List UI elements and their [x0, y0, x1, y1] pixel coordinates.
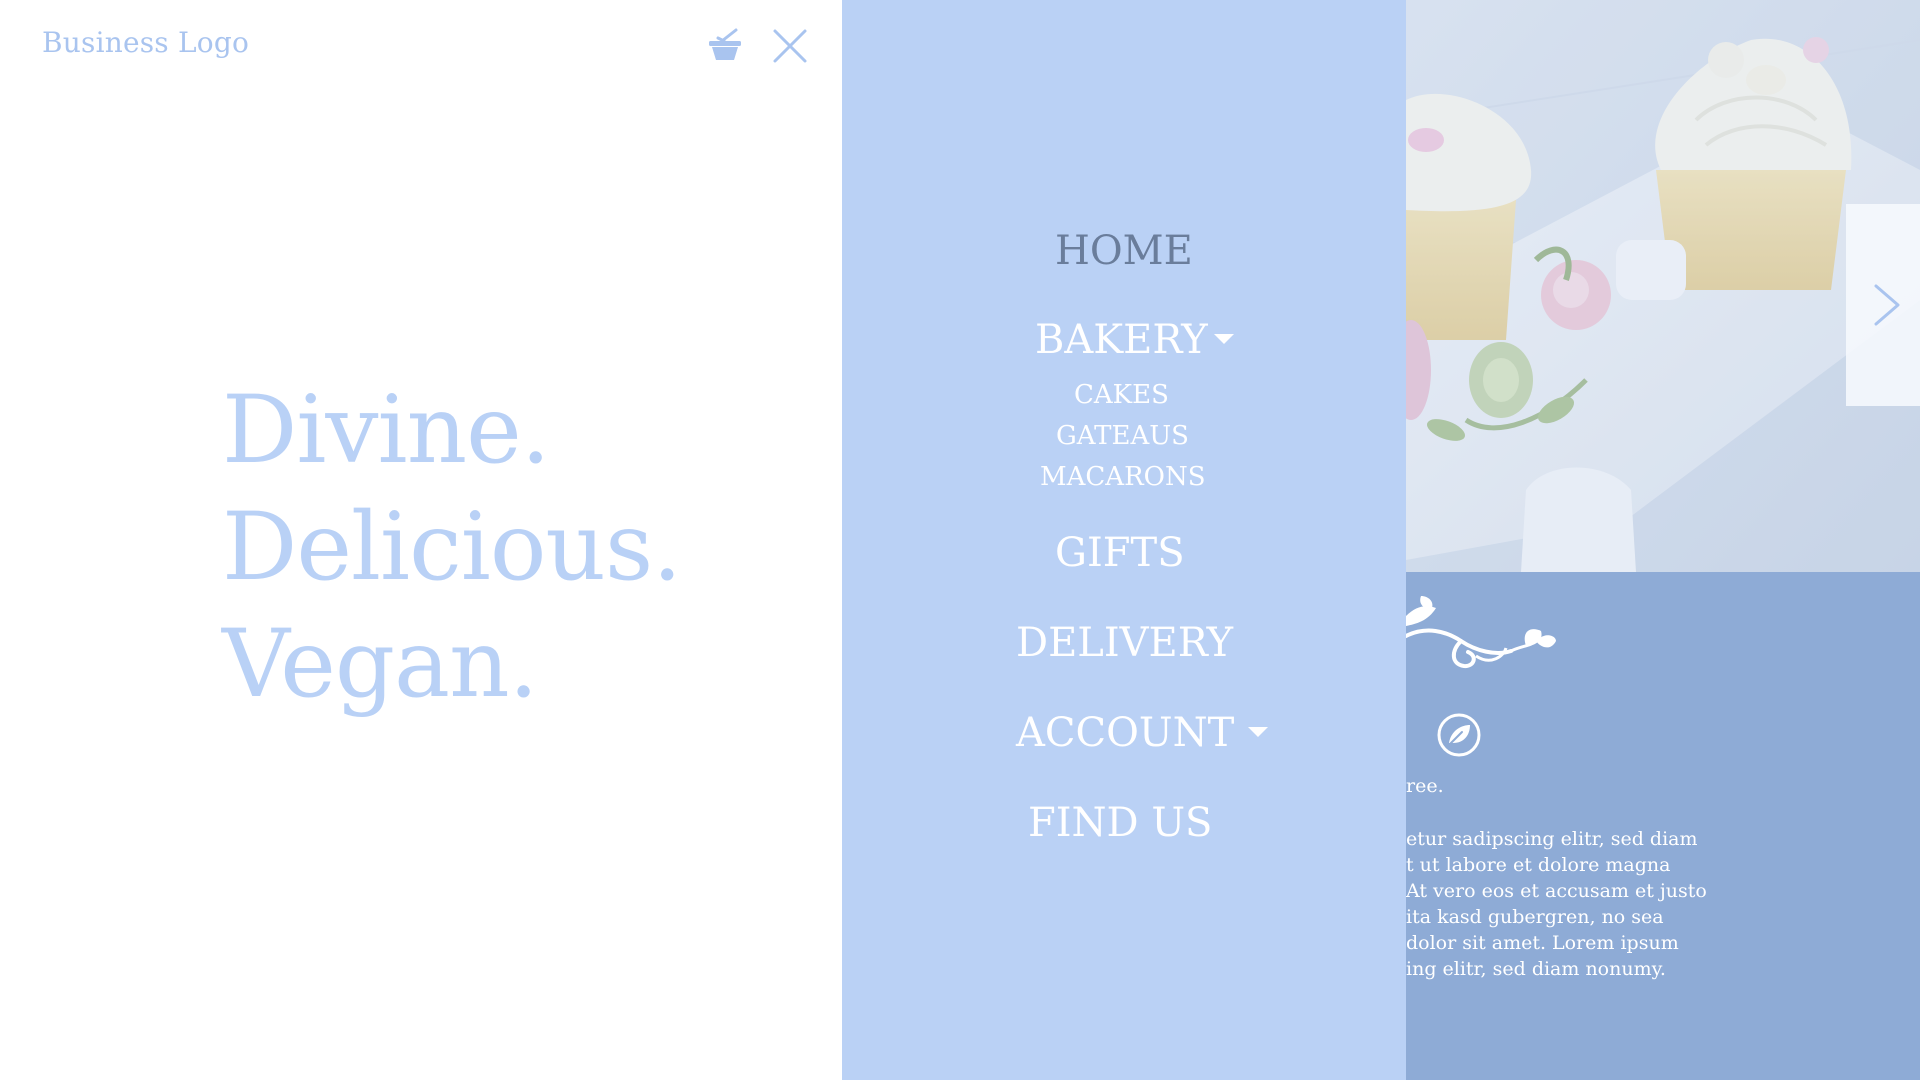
menu-item-account-label: ACCOUNT [1016, 710, 1235, 756]
caret-down-icon [1248, 727, 1269, 737]
body-line-3: At vero eos et accusam et justo [1406, 880, 1707, 902]
body-line-1: etur sadipscing elitr, sed diam [1406, 828, 1698, 850]
floral-flourish-icon [1406, 596, 1556, 686]
leaf-icon [1436, 712, 1482, 758]
right-panel: ree. etur sadipscing elitr, sed diam t u… [1406, 0, 1920, 1080]
page-root: Business Logo Divine. Delicious. Vegan. … [0, 0, 1920, 1080]
body-line-5: dolor sit amet. Lorem ipsum [1406, 932, 1679, 954]
close-icon[interactable] [770, 26, 810, 66]
business-logo[interactable]: Business Logo [42, 26, 249, 59]
menu-item-account[interactable]: ACCOUNT [1016, 710, 1269, 756]
left-panel: Business Logo Divine. Delicious. Vegan. [0, 0, 842, 1080]
intro-body-text: etur sadipscing elitr, sed diam t ut lab… [1406, 826, 1916, 982]
slider-next-button[interactable] [1846, 204, 1920, 406]
tagline-line-1: Divine. [222, 376, 551, 485]
cupcakes-hero-image [1406, 0, 1920, 572]
menu-item-delivery[interactable]: DELIVERY [1016, 620, 1233, 666]
menu-item-gifts[interactable]: GIFTS [1055, 530, 1185, 576]
chevron-right-icon [1874, 284, 1900, 326]
submenu-item-gateaus[interactable]: GATEAUS [1056, 421, 1189, 451]
body-line-6: ing elitr, sed diam nonumy. [1406, 958, 1666, 980]
hero-tagline: Divine. Delicious. Vegan. [222, 372, 682, 723]
submenu-item-macarons[interactable]: MACARONS [1040, 462, 1206, 492]
menu-item-bakery[interactable]: BAKERY [1035, 317, 1234, 363]
menu-item-bakery-label: BAKERY [1035, 317, 1208, 363]
menu-item-home[interactable]: HOME [1055, 228, 1193, 274]
shopping-basket-icon[interactable] [706, 26, 744, 64]
tagline-line-3: Vegan. [222, 610, 539, 719]
menu-item-find-us[interactable]: FIND US [1028, 800, 1212, 846]
intro-short-text: ree. [1406, 775, 1444, 797]
tagline-line-2: Delicious. [222, 493, 682, 602]
submenu-item-cakes[interactable]: CAKES [1074, 380, 1169, 410]
navigation-menu: HOME BAKERY CAKES GATEAUS MACARONS GIFTS… [842, 0, 1406, 1080]
body-line-4: ita kasd gubergren, no sea [1406, 906, 1664, 928]
body-line-2: t ut labore et dolore magna [1406, 854, 1671, 876]
caret-down-icon [1213, 334, 1234, 344]
